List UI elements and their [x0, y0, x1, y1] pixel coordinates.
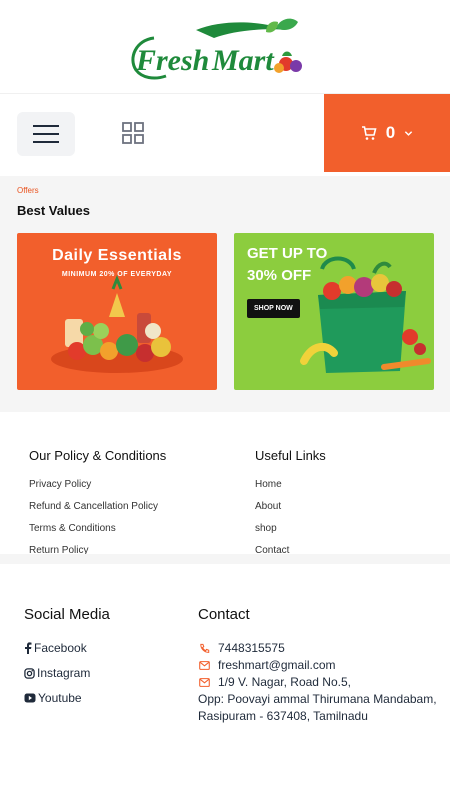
return-policy-link[interactable]: Return Policy	[29, 544, 158, 554]
facebook-link[interactable]: Facebook	[24, 641, 87, 655]
instagram-icon	[24, 667, 35, 679]
top-nav: 0	[0, 93, 450, 172]
discount-banner[interactable]: GET UP TO 30% OFF SHOP NOW	[234, 233, 434, 390]
fresh-mart-logo[interactable]: Fresh Mart	[126, 18, 306, 84]
email-icon	[199, 660, 210, 670]
about-link[interactable]: About	[255, 500, 289, 522]
phone-icon	[200, 643, 210, 653]
social-heading: Social Media	[24, 606, 110, 623]
grid-view-button[interactable]	[122, 122, 144, 144]
home-link[interactable]: Home	[255, 478, 289, 500]
footer-contact-section: Social Media Facebook Instagram Youtube …	[0, 564, 450, 800]
logo-word-fresh: Fresh	[135, 44, 209, 77]
footer-links-section: Our Policy & Conditions Privacy Policy R…	[0, 412, 450, 554]
offers-kicker: Offers	[17, 186, 39, 195]
contact-link[interactable]: Contact	[255, 544, 289, 554]
cart-icon	[361, 126, 377, 140]
useful-links-heading: Useful Links	[255, 448, 326, 463]
address-item: 1/9 V. Nagar, Road No.5,	[199, 675, 351, 689]
youtube-label: Youtube	[38, 691, 82, 705]
address-line-3: Rasipuram - 637408, Tamilnadu	[198, 709, 368, 723]
youtube-link[interactable]: Youtube	[24, 691, 82, 705]
offers-title: Best Values	[17, 203, 90, 218]
privacy-policy-link[interactable]: Privacy Policy	[29, 478, 158, 500]
address-line-1: 1/9 V. Nagar, Road No.5,	[218, 675, 351, 689]
daily-essentials-banner[interactable]: Daily Essentials MINIMUM 20% OF EVERYDAY	[17, 233, 217, 390]
section-divider	[0, 554, 450, 564]
instagram-link[interactable]: Instagram	[24, 666, 90, 680]
hamburger-icon	[33, 125, 59, 127]
logo-graphic: Fresh Mart	[131, 18, 302, 80]
grocery-bag-image	[300, 256, 431, 373]
email-address: freshmart@gmail.com	[218, 658, 336, 672]
instagram-label: Instagram	[37, 666, 91, 680]
shop-link[interactable]: shop	[255, 522, 289, 544]
address-icon	[199, 677, 210, 687]
phone-item[interactable]: 7448315575	[199, 641, 285, 655]
grid-icon	[122, 122, 144, 144]
email-item[interactable]: freshmart@gmail.com	[199, 658, 336, 672]
grocery-pile-image	[51, 274, 183, 373]
logo-word-mart: Mart	[211, 44, 275, 77]
chevron-down-icon	[405, 130, 413, 136]
hamburger-icon-line	[33, 141, 59, 143]
hamburger-icon-line	[33, 133, 59, 135]
logo-bar: Fresh Mart	[0, 0, 450, 93]
facebook-icon	[25, 642, 32, 654]
policy-list: Privacy Policy Refund & Cancellation Pol…	[29, 478, 158, 554]
useful-links-list: Home About shop Contact	[255, 478, 289, 554]
address-line-2: Opp: Poovayi ammal Thirumana Mandabam,	[198, 692, 437, 706]
cart-count: 0	[385, 123, 396, 142]
phone-number: 7448315575	[218, 641, 285, 655]
contact-heading: Contact	[198, 606, 250, 623]
policy-heading: Our Policy & Conditions	[29, 448, 167, 463]
cart-button[interactable]: 0	[324, 94, 450, 172]
menu-button[interactable]	[17, 112, 75, 156]
facebook-label: Facebook	[34, 641, 87, 655]
terms-link[interactable]: Terms & Conditions	[29, 522, 158, 544]
offers-section: Offers Best Values Daily Essentials MINI…	[0, 176, 450, 412]
refund-policy-link[interactable]: Refund & Cancellation Policy	[29, 500, 158, 522]
youtube-icon	[24, 693, 36, 703]
